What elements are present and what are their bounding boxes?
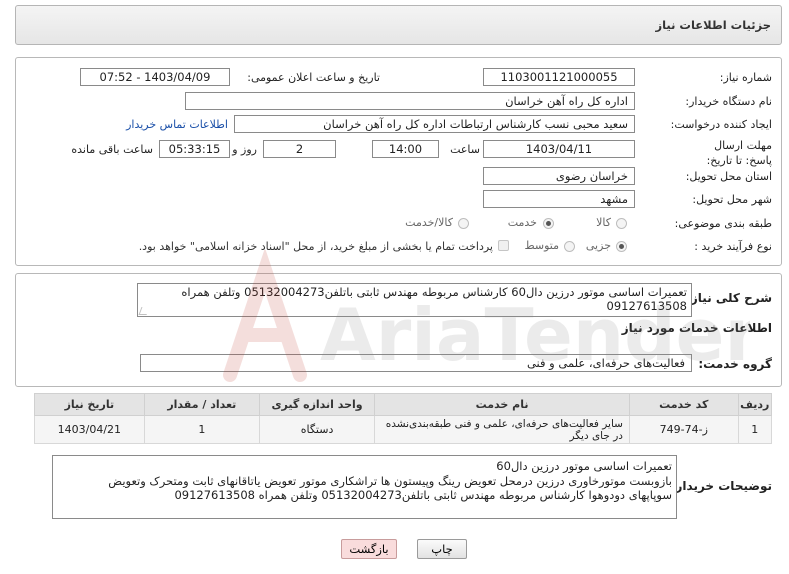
service-group-label: گروه خدمت:	[698, 357, 772, 371]
need-number-field[interactable]: 1103001121000055	[483, 68, 635, 86]
category-radio-service[interactable]	[543, 218, 554, 229]
purchase-radio-medium[interactable]	[564, 241, 575, 252]
buyer-notes-line: تعمیرات اساسی موتور درزین دال60	[496, 459, 672, 473]
deadline-time-label: ساعت	[450, 143, 480, 156]
remaining-time-label: ساعت باقی مانده	[71, 143, 153, 156]
category-option-goods-service: کالا/خدمت	[405, 216, 453, 229]
category-radio-goods[interactable]	[616, 218, 627, 229]
buyer-contact-link[interactable]: اطلاعات تماس خریدار	[126, 118, 228, 131]
buyer-org-label: نام دستگاه خریدار:	[685, 95, 772, 108]
cell-qty: 1	[143, 415, 260, 444]
announce-datetime-label: تاریخ و ساعت اعلان عمومی:	[247, 71, 380, 84]
deadline-label: مهلت ارسال پاسخ: تا تاریخ:	[706, 139, 772, 167]
remaining-days-field[interactable]: 2	[263, 140, 336, 158]
category-label: طبقه بندی موضوعی:	[674, 217, 772, 230]
treasury-checkbox[interactable]	[498, 240, 509, 251]
cell-name: سایر فعالیت‌های حرفه‌ای، علمی و فنی طبقه…	[374, 415, 630, 444]
back-button[interactable]: بازگشت	[341, 539, 397, 559]
buyer-notes-label: توضیحات خریدار:	[670, 479, 772, 493]
col-name-header: نام خدمت	[374, 393, 630, 416]
category-option-goods: کالا	[596, 216, 611, 229]
summary-textarea[interactable]: تعمیرات اساسی موتور درزین دال60 کارشناس …	[137, 283, 692, 317]
announce-datetime-field[interactable]: 1403/04/09 - 07:52	[80, 68, 230, 86]
province-field[interactable]: خراسان رضوی	[483, 167, 635, 185]
summary-text: تعمیرات اساسی موتور درزین دال60 کارشناس …	[181, 285, 687, 313]
purchase-option-medium: متوسط	[524, 239, 559, 252]
resize-handle-icon[interactable]	[138, 307, 150, 315]
treasury-note: پرداخت تمام یا بخشی از مبلغ خرید، از محل…	[138, 240, 493, 253]
services-heading: اطلاعات خدمات مورد نیاز	[621, 321, 772, 335]
buyer-notes-line: بازوبست موتورخاوری درزین درمحل تعویض رین…	[108, 473, 672, 488]
category-option-service: خدمت	[507, 216, 537, 229]
city-field[interactable]: مشهد	[483, 190, 635, 208]
purchase-radio-minor[interactable]	[616, 241, 627, 252]
col-code-header: کد خدمت	[628, 393, 739, 416]
service-group-field[interactable]: فعالیت‌های حرفه‌ای، علمی و فنی	[140, 354, 692, 372]
deadline-time-field[interactable]: 14:00	[372, 140, 439, 158]
buyer-org-field[interactable]: اداره کل راه آهن خراسان	[185, 92, 635, 110]
cell-code: ز-74-749	[628, 415, 739, 444]
cell-date: 1403/04/21	[34, 415, 145, 444]
requester-field[interactable]: سعید محبی نسب کارشناس ارتباطات اداره کل …	[234, 115, 635, 133]
page-title: جزئیات اطلاعات نیاز	[655, 18, 771, 32]
need-info-box	[15, 57, 782, 266]
province-label: استان محل تحویل:	[685, 170, 772, 183]
purchase-type-label: نوع فرآیند خرید :	[694, 240, 772, 253]
category-radio-goods-service[interactable]	[458, 218, 469, 229]
page-header: جزئیات اطلاعات نیاز	[15, 5, 782, 45]
buyer-notes-textarea[interactable]: تعمیرات اساسی موتور درزین دال60 بازوبست …	[52, 455, 677, 519]
purchase-option-minor: جزیی	[585, 239, 611, 252]
col-date-header: تاریخ نیاز	[34, 393, 145, 416]
buyer-notes-line: سوپاپهای دودوهوا کارشناس مربوطه مهندس ثا…	[174, 488, 672, 502]
col-qty-header: تعداد / مقدار	[143, 393, 260, 416]
table-row[interactable]: 1 ز-74-749 سایر فعالیت‌های حرفه‌ای، علمی…	[34, 415, 773, 444]
table-header-row: ردیف کد خدمت نام خدمت واحد اندازه گیری ت…	[34, 393, 773, 416]
services-table: ردیف کد خدمت نام خدمت واحد اندازه گیری ت…	[34, 393, 773, 444]
summary-label: شرح کلی نیاز:	[686, 291, 772, 305]
col-row-header: ردیف	[737, 393, 773, 416]
city-label: شهر محل تحویل:	[692, 193, 772, 206]
days-label: روز و	[232, 143, 257, 156]
cell-row: 1	[737, 415, 773, 444]
col-unit-header: واحد اندازه گیری	[258, 393, 376, 416]
requester-label: ایجاد کننده درخواست:	[670, 118, 772, 131]
need-number-label: شماره نیاز:	[719, 71, 772, 84]
deadline-date-field[interactable]: 1403/04/11	[483, 140, 635, 158]
cell-unit: دستگاه	[258, 415, 376, 444]
remaining-time-field[interactable]: 05:33:15	[159, 140, 230, 158]
print-button[interactable]: چاپ	[417, 539, 467, 559]
